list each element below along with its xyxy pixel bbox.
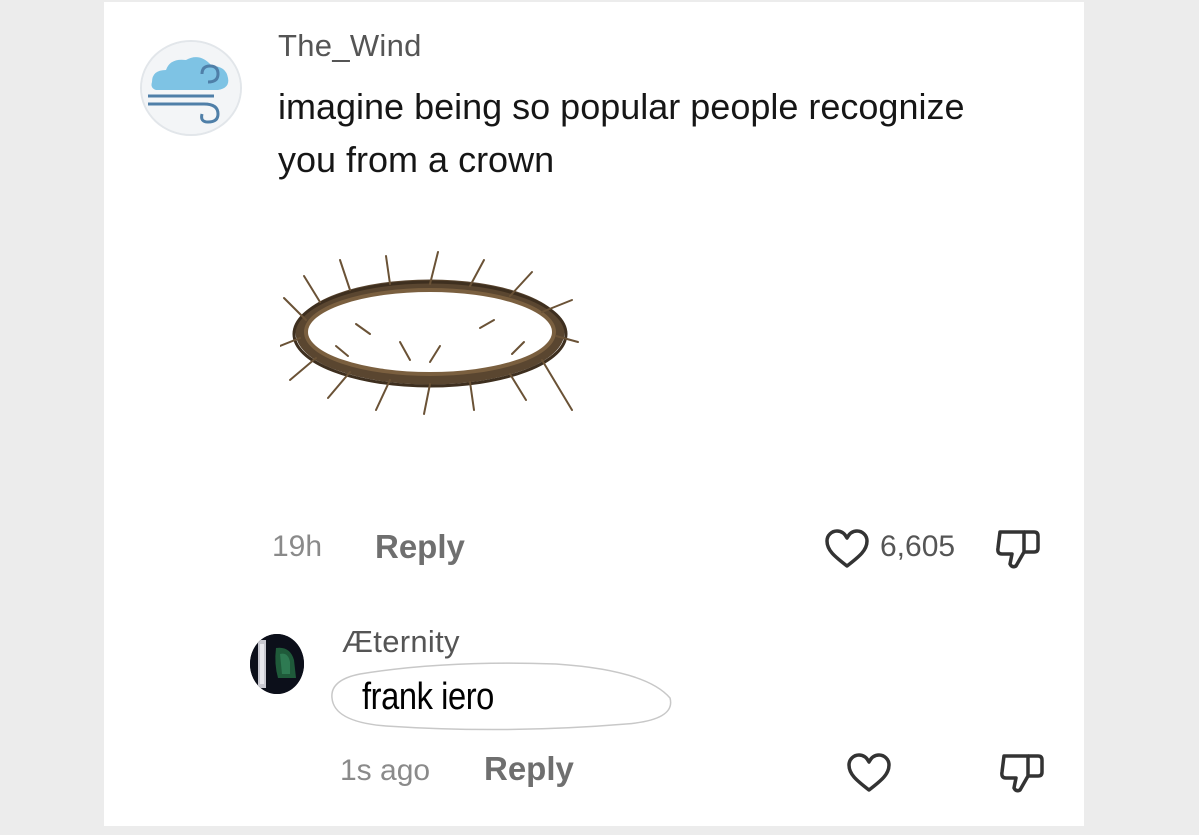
heart-icon[interactable]: [846, 752, 892, 794]
crown-of-thorns-image: [280, 251, 579, 415]
reply-button[interactable]: Reply: [484, 750, 574, 788]
screenshot-frame: The_Wind imagine being so popular people…: [0, 0, 1199, 835]
comment-text: imagine being so popular people recogniz…: [278, 86, 965, 180]
aeternity-avatar-icon: [250, 634, 304, 694]
comment-text: frank iero: [362, 676, 494, 718]
avatar[interactable]: [140, 40, 242, 136]
comment-thread: The_Wind imagine being so popular people…: [104, 2, 1084, 826]
dislike-icon[interactable]: [994, 526, 1042, 572]
reply-button[interactable]: Reply: [375, 528, 465, 566]
comment-timestamp: 1s ago: [340, 754, 431, 787]
like-count: 6,605: [880, 530, 956, 563]
comment-timestamp: 19h: [272, 530, 323, 563]
heart-icon[interactable]: [824, 528, 870, 570]
comment-username[interactable]: The_Wind: [278, 28, 422, 64]
dislike-icon[interactable]: [998, 750, 1046, 796]
avatar[interactable]: [250, 634, 304, 694]
wind-avatar-icon: [142, 42, 240, 134]
